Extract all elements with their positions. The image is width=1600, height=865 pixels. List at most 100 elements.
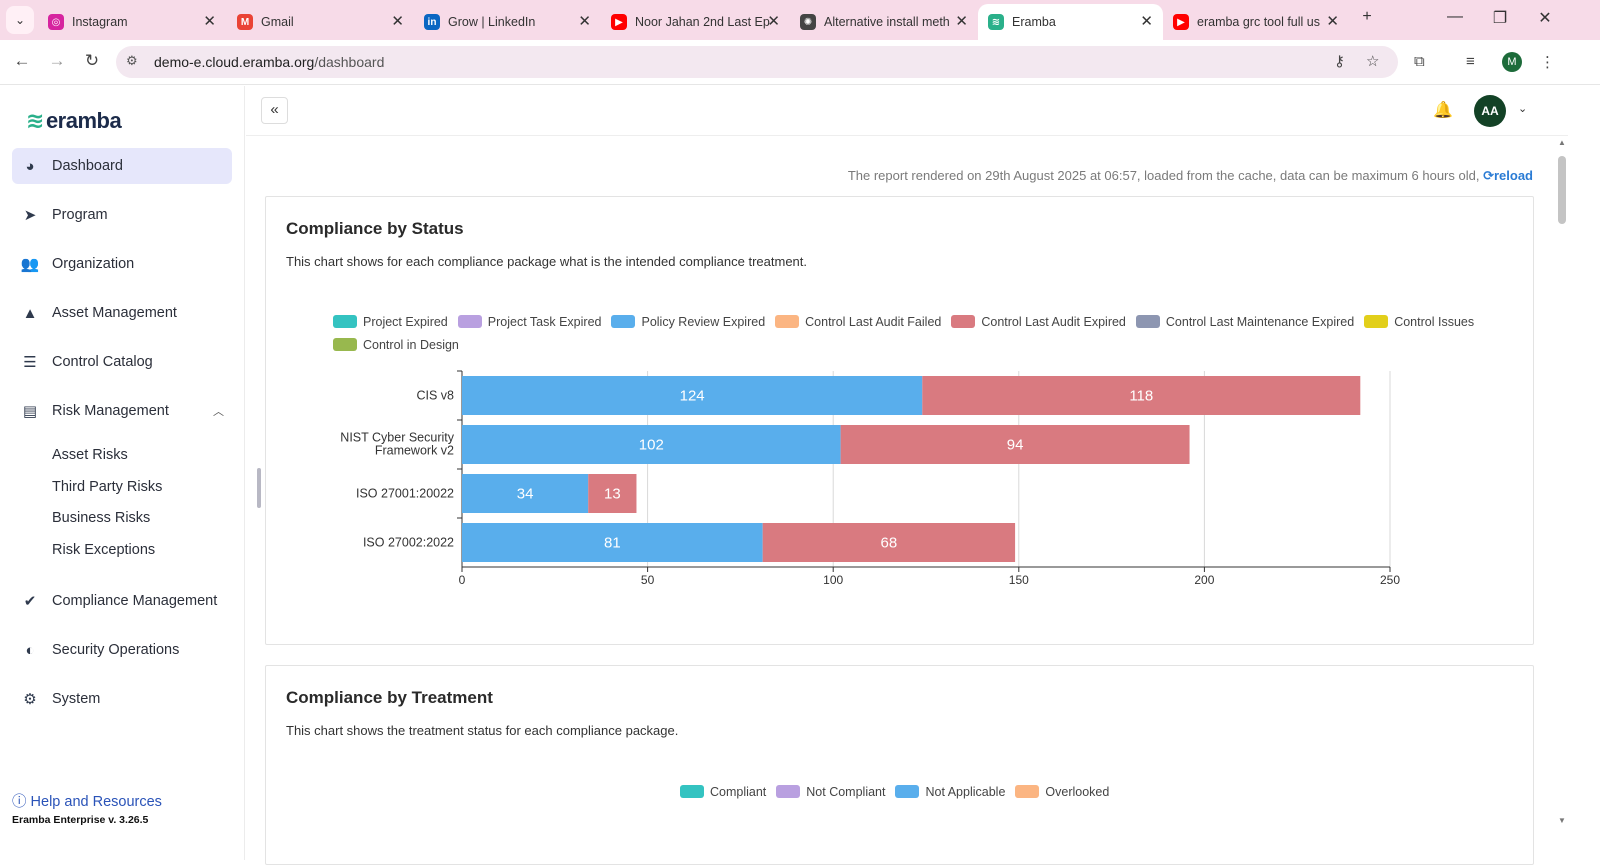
- y-category-label: NIST Cyber Security Framework v2: [340, 431, 454, 458]
- browser-tab[interactable]: ▶ eramba grc tool full us ✕: [1163, 4, 1349, 40]
- browser-profile-avatar[interactable]: M: [1502, 52, 1522, 72]
- close-tab-icon[interactable]: ✕: [1326, 14, 1339, 30]
- sidebar-item-program[interactable]: ➤ Program: [12, 197, 232, 233]
- browser-tab[interactable]: ✺ Alternative install meth ✕: [790, 4, 978, 40]
- people-icon: 👥: [20, 256, 40, 273]
- bar-value-label: 118: [1129, 388, 1153, 405]
- close-tab-icon[interactable]: ✕: [955, 14, 968, 30]
- browser-menu-icon[interactable]: ⋮: [1540, 53, 1555, 71]
- sidebar-item-control-catalog[interactable]: ☰ Control Catalog: [12, 344, 232, 380]
- tab-title: eramba grc tool full us: [1197, 15, 1320, 29]
- sidebar-subitem[interactable]: Business Risks: [52, 510, 150, 526]
- dashboard-icon: ◕: [25, 157, 35, 175]
- sidebar: ≋eramba ◕ Dashboard ➤ Program 👥 Organization ▲…: [0, 86, 245, 860]
- url-bar[interactable]: ⚙ demo-e.cloud.eramba.org/dashboard ⚷ ☆: [116, 46, 1398, 78]
- sidebar-item-security-operations[interactable]: ◐ Security Operations: [12, 632, 232, 668]
- bookmark-star-icon[interactable]: ☆: [1366, 52, 1379, 70]
- sidebar-subitem[interactable]: Asset Risks: [52, 447, 128, 463]
- legend-swatch: [895, 785, 920, 798]
- extensions-icon[interactable]: ⧉: [1414, 53, 1425, 70]
- close-tab-icon[interactable]: ✕: [578, 14, 591, 30]
- x-tick-label: 50: [641, 573, 655, 587]
- password-key-icon[interactable]: ⚷: [1334, 52, 1345, 70]
- sidebar-resize-handle[interactable]: [257, 468, 261, 508]
- bar-value-label: 102: [639, 437, 664, 454]
- gear-icon: ⚙: [23, 691, 37, 708]
- browser-tab[interactable]: in Grow | LinkedIn ✕: [414, 4, 601, 40]
- page-scrollbar[interactable]: ▲ ▼: [1556, 138, 1568, 828]
- close-tab-icon[interactable]: ✕: [203, 14, 216, 30]
- user-avatar[interactable]: AA: [1474, 95, 1506, 127]
- close-window-button[interactable]: ✕: [1530, 8, 1560, 28]
- tab-favicon-icon: ≋: [988, 14, 1004, 30]
- browser-tab[interactable]: ▶ Noor Jahan 2nd Last Ep ✕: [601, 4, 790, 40]
- close-tab-icon[interactable]: ✕: [1140, 14, 1153, 30]
- reload-link[interactable]: ⟳reload: [1483, 168, 1533, 183]
- tab-title: Grow | LinkedIn: [448, 15, 536, 29]
- tab-favicon-icon: M: [237, 14, 253, 30]
- legend-item[interactable]: Not Compliant: [776, 780, 885, 803]
- scroll-down-arrow-icon[interactable]: ▼: [1556, 816, 1568, 825]
- app-topbar: [246, 86, 1568, 136]
- close-tab-icon[interactable]: ✕: [767, 14, 780, 30]
- sidebar-item-label: Dashboard: [52, 158, 123, 174]
- tab-title: Alternative install meth: [824, 15, 950, 29]
- bar-value-label: 81: [604, 535, 621, 552]
- legend-item[interactable]: Compliant: [680, 780, 766, 803]
- address-bar-row: ← → ↻ ⚙ demo-e.cloud.eramba.org/dashboar…: [0, 40, 1600, 85]
- version-label: Eramba Enterprise v. 3.26.5: [12, 814, 149, 826]
- restore-button[interactable]: ❐: [1485, 8, 1515, 28]
- sidebar-subitem[interactable]: Risk Exceptions: [52, 542, 155, 558]
- compliance-by-treatment-card: Compliance by Treatment This chart shows…: [265, 665, 1534, 865]
- sidebar-item-label: Security Operations: [52, 642, 180, 658]
- tab-search-chevron-icon[interactable]: ⌄: [6, 6, 34, 34]
- sidebar-item-dashboard[interactable]: ◕ Dashboard: [12, 148, 232, 184]
- close-tab-icon[interactable]: ✕: [391, 14, 404, 30]
- sidebar-item-risk-management[interactable]: ▤ Risk Management ︿: [12, 393, 232, 429]
- chevron-up-icon[interactable]: ︿: [213, 403, 224, 419]
- legend-label: Not Compliant: [806, 784, 886, 799]
- sidebar-item-label: Compliance Management: [52, 593, 218, 609]
- scrollbar-thumb[interactable]: [1558, 156, 1566, 224]
- sidebar-item-compliance-management[interactable]: ✔ Compliance Management: [12, 583, 232, 619]
- reload-icon[interactable]: ↻: [80, 51, 104, 71]
- legend-label: Compliant: [710, 784, 767, 799]
- scroll-up-arrow-icon[interactable]: ▲: [1556, 138, 1568, 147]
- sidebar-item-organization[interactable]: 👥 Organization: [12, 246, 232, 282]
- sidebar-subitem[interactable]: Third Party Risks: [52, 479, 162, 495]
- collapse-sidebar-button[interactable]: «: [261, 97, 288, 124]
- x-tick-label: 100: [823, 573, 843, 587]
- forward-arrow-icon[interactable]: →: [45, 51, 69, 71]
- bar-value-label: 34: [517, 486, 534, 503]
- eramba-logo[interactable]: ≋eramba: [26, 108, 122, 134]
- sidebar-item-system[interactable]: ⚙ System: [12, 681, 232, 717]
- site-settings-icon[interactable]: ⚙: [126, 53, 138, 69]
- shield-icon: ◐: [25, 641, 35, 659]
- help-and-resources-link[interactable]: ⓘ Help and Resources: [12, 790, 162, 811]
- url-host: demo-e.cloud.eramba.org: [154, 54, 315, 70]
- tab-favicon-icon: ▶: [1173, 14, 1189, 30]
- sidebar-item-label: Risk Management: [52, 403, 169, 419]
- tab-title: Instagram: [72, 15, 128, 29]
- legend-item[interactable]: Overlooked: [1015, 780, 1109, 803]
- sidebar-item-label: Program: [52, 207, 108, 223]
- status-bar-chart: 0 50 100 150 200 250 124 118 CIS v8 102 94 NIST Cyb…: [340, 370, 1400, 587]
- sidebar-item-asset-management[interactable]: ▲ Asset Management: [12, 295, 232, 331]
- browser-tab[interactable]: M Gmail ✕: [227, 4, 414, 40]
- browser-tab[interactable]: ◎ Instagram ✕: [38, 4, 226, 40]
- x-tick-label: 150: [1009, 573, 1029, 587]
- bar-value-label: 94: [1007, 437, 1024, 454]
- notifications-bell-icon[interactable]: 🔔: [1433, 100, 1453, 120]
- media-control-icon[interactable]: ≡: [1466, 53, 1475, 70]
- new-tab-button[interactable]: +: [1352, 8, 1382, 26]
- back-arrow-icon[interactable]: ←: [10, 51, 34, 71]
- tab-favicon-icon: ✺: [800, 14, 816, 30]
- minimize-button[interactable]: —: [1440, 8, 1470, 26]
- card-description: This chart shows the treatment status fo…: [286, 723, 679, 738]
- legend-swatch: [776, 785, 801, 798]
- x-tick-label: 200: [1194, 573, 1214, 587]
- browser-tab[interactable]: ≋ Eramba ✕: [978, 4, 1163, 40]
- user-menu-chevron-icon[interactable]: ⌄: [1518, 102, 1527, 115]
- y-category-label: ISO 27001:20022: [356, 487, 454, 501]
- legend-item[interactable]: Not Applicable: [895, 780, 1005, 803]
